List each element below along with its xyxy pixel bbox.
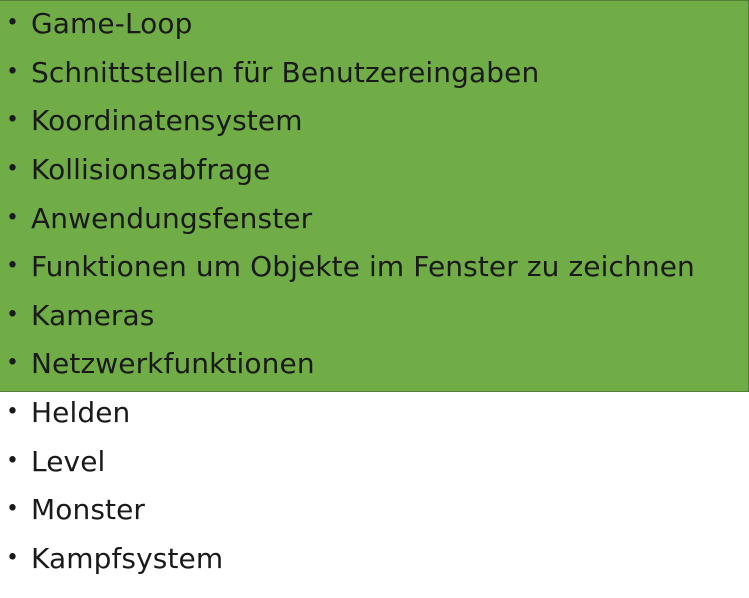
list-item: • Schnittstellen für Benutzereingaben — [0, 49, 749, 98]
bullet-list: • Game-Loop • Schnittstellen für Benutzere… — [0, 0, 749, 583]
bullet-icon: • — [6, 108, 20, 134]
slide: • Game-Loop • Schnittstellen für Benutzere… — [0, 0, 749, 598]
list-item: • Kameras — [0, 292, 749, 341]
list-item: • Kollisionsabfrage — [0, 146, 749, 195]
bullet-icon: • — [6, 545, 20, 571]
bullet-icon: • — [6, 205, 20, 231]
list-item: • Kampfsystem — [0, 535, 749, 584]
bullet-icon: • — [6, 496, 20, 522]
bullet-icon: • — [6, 302, 20, 328]
list-item: • Game-Loop — [0, 0, 749, 49]
list-item-label: Netzwerkfunktionen — [31, 347, 315, 381]
list-item-label: Level — [31, 444, 106, 478]
list-item-label: Monster — [31, 493, 146, 527]
list-item: • Koordinatensystem — [0, 97, 749, 146]
list-item: • Anwendungsfenster — [0, 194, 749, 243]
list-item-label: Koordinatensystem — [31, 104, 303, 138]
bullet-icon: • — [6, 156, 20, 182]
list-item-label: Kameras — [31, 298, 155, 332]
list-item: • Netzwerkfunktionen — [0, 340, 749, 389]
list-item: • Helden — [0, 389, 749, 438]
list-item-label: Funktionen um Objekte im Fenster zu zeic… — [31, 250, 695, 284]
list-item-label: Schnittstellen für Benutzereingaben — [31, 55, 540, 89]
bullet-icon: • — [6, 399, 20, 425]
list-item-label: Helden — [31, 396, 131, 430]
list-item-label: Kollisionsabfrage — [31, 153, 271, 187]
list-item-label: Anwendungsfenster — [31, 201, 313, 235]
bullet-icon: • — [6, 253, 20, 279]
list-item: • Funktionen um Objekte im Fenster zu zei… — [0, 243, 749, 292]
bullet-icon: • — [6, 351, 20, 377]
list-item: • Level — [0, 437, 749, 486]
bullet-icon: • — [6, 59, 20, 85]
bullet-icon: • — [6, 10, 20, 36]
list-item-label: Kampfsystem — [31, 541, 224, 575]
bullet-icon: • — [6, 448, 20, 474]
list-item: • Monster — [0, 486, 749, 535]
list-item-label: Game-Loop — [31, 7, 193, 41]
